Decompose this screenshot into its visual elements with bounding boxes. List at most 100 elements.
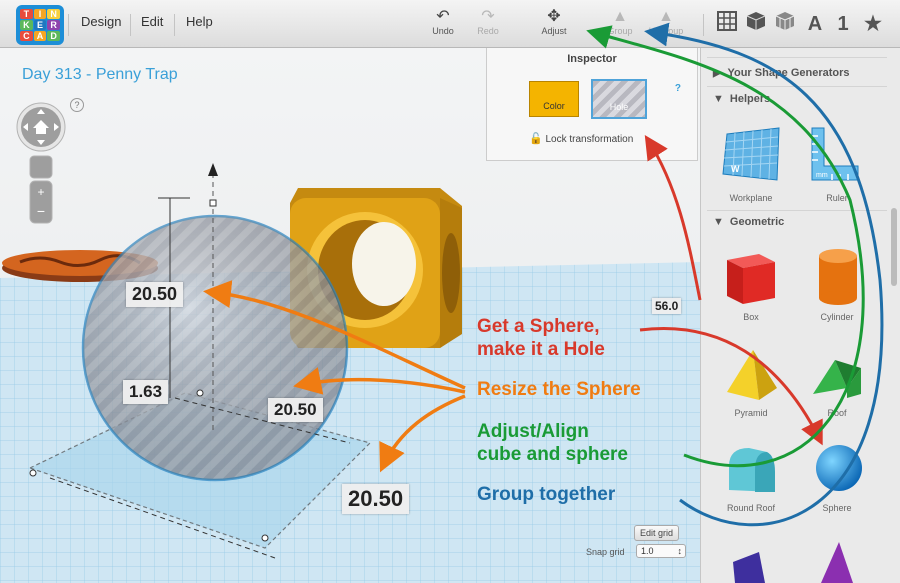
navigation-cube[interactable]: [16, 102, 66, 152]
ruler-label: Ruler: [826, 193, 848, 203]
roof-label: Roof: [827, 408, 847, 418]
partial-shape[interactable]: [729, 542, 769, 583]
pyramid-label: Pyramid: [734, 408, 768, 418]
zoom-in-icon: +: [37, 185, 44, 199]
partial-shape[interactable]: [817, 540, 857, 583]
group-button[interactable]: ▲ Group: [598, 8, 642, 36]
logo-letter: E: [33, 20, 47, 30]
section-divider: [707, 86, 887, 87]
text-tool-button[interactable]: A: [802, 11, 828, 37]
menu-help[interactable]: Help: [186, 14, 213, 29]
round-roof-shape[interactable]: [723, 442, 781, 498]
zoom-out-icon: −: [37, 203, 45, 219]
svg-text:W: W: [731, 164, 740, 174]
sphere-shape[interactable]: [813, 442, 865, 494]
section-geometric[interactable]: ▼ Geometric: [713, 216, 784, 228]
color-button[interactable]: Color: [529, 81, 579, 117]
logo-letter: A: [33, 31, 47, 41]
adjust-label: Adjust: [541, 26, 567, 36]
lock-transformation-toggle[interactable]: 🔓 Lock transformation: [529, 132, 633, 145]
group-label: Group: [607, 26, 633, 36]
undo-icon: ↶: [436, 8, 450, 25]
section-label: Helpers: [729, 93, 771, 105]
wire-view-button[interactable]: [772, 11, 798, 37]
undo-button[interactable]: ↶ Undo: [421, 8, 465, 36]
ruler-shape[interactable]: mm: [806, 126, 860, 186]
cube-icon: [746, 12, 766, 30]
group-icon: ▲: [612, 8, 628, 25]
redo-button[interactable]: ↷ Redo: [466, 8, 510, 36]
roof-shape[interactable]: [809, 354, 865, 402]
depth-dimension[interactable]: 20.50: [268, 398, 323, 422]
section-label: Geometric: [729, 216, 785, 228]
lock-label: Lock transformation: [545, 134, 634, 145]
toolbar-divider: [703, 14, 704, 36]
select-arrow-icon: ↕: [677, 546, 683, 556]
lock-icon: 🔓: [529, 133, 543, 145]
annotation-get-sphere: Get a Sphere, make it a Hole: [477, 316, 605, 360]
chevron-right-icon: ▶: [713, 67, 722, 79]
chevron-down-icon: ▼: [713, 216, 724, 228]
logo-letter: I: [33, 9, 47, 19]
inspector-help-icon[interactable]: ?: [675, 83, 681, 94]
view-cube-button[interactable]: [29, 155, 53, 179]
snap-grid-label: Snap grid: [586, 547, 625, 557]
tinkercad-logo[interactable]: T I N K E R C A D: [16, 5, 64, 45]
svg-text:mm: mm: [816, 172, 828, 179]
snap-grid-select[interactable]: 1.0 ↕: [636, 544, 686, 558]
sphere-label: Sphere: [822, 503, 852, 513]
box-view-button[interactable]: [743, 11, 769, 37]
star-button[interactable]: ★: [860, 11, 886, 37]
cylinder-shape[interactable]: [813, 246, 863, 308]
menu-edit[interactable]: Edit: [141, 14, 163, 29]
redo-icon: ↷: [481, 8, 495, 25]
grid-icon: [717, 11, 737, 31]
box-shape[interactable]: [723, 246, 779, 308]
menu-design[interactable]: Design: [81, 14, 121, 29]
hole-button[interactable]: Hole: [591, 79, 647, 119]
height-arrow-icon: [208, 163, 218, 176]
help-icon[interactable]: ?: [70, 98, 84, 112]
height-dimension[interactable]: 20.50: [126, 282, 184, 307]
adjust-icon: ✥: [547, 8, 561, 25]
section-divider: [707, 57, 887, 58]
ungroup-label: Ungroup: [648, 26, 684, 36]
section-divider: [707, 210, 887, 211]
edit-grid-button[interactable]: Edit grid: [634, 525, 680, 541]
width-dimension[interactable]: 20.50: [342, 484, 410, 514]
sidebar-scrollbar[interactable]: [891, 208, 897, 286]
section-your-shape-generators[interactable]: ▶ Your Shape Generators: [713, 66, 850, 79]
menu-divider: [68, 14, 69, 36]
adjust-button[interactable]: ✥ Adjust: [532, 8, 576, 36]
section-helpers[interactable]: ▼ Helpers: [713, 93, 770, 105]
annotation-group: Group together: [477, 484, 616, 505]
annotation-adjust: Adjust/Align cube and sphere: [477, 421, 628, 465]
grid-view-button[interactable]: [714, 11, 740, 37]
workplane-shape[interactable]: W: [721, 124, 783, 184]
ungroup-button[interactable]: ▲ Ungroup: [644, 8, 688, 36]
logo-letter: C: [20, 31, 33, 41]
logo-letter: N: [47, 9, 60, 19]
design-title[interactable]: Day 313 - Penny Trap: [22, 66, 178, 84]
annotation-resize: Resize the Sphere: [477, 379, 641, 400]
logo-letter: T: [20, 9, 33, 19]
wire-cube-icon: [775, 12, 795, 30]
logo-letter: K: [20, 20, 33, 30]
snap-grid-value: 1.0: [641, 546, 654, 556]
section-label: Your Shape Generators: [727, 67, 850, 79]
logo-letter: R: [47, 20, 60, 30]
edge-dimension[interactable]: 56.0: [652, 298, 682, 314]
shape-library-sidebar: ▶ Your Shape Generators ▼ Helpers W mm Wor…: [700, 48, 900, 583]
redo-label: Redo: [477, 26, 499, 36]
logo-letter: D: [47, 31, 60, 41]
chevron-down-icon: ▼: [713, 93, 724, 105]
cylinder-label: Cylinder: [820, 312, 854, 322]
ungroup-icon: ▲: [658, 8, 674, 25]
inspector-panel: Inspector Color Hole ? 🔓 Lock transforma…: [486, 48, 698, 161]
pyramid-shape[interactable]: [725, 348, 781, 404]
number-tool-button[interactable]: 1: [830, 11, 856, 37]
workplane-label: Workplane: [729, 193, 773, 203]
elevation-dimension[interactable]: 1.63: [123, 380, 169, 404]
inspector-title: Inspector: [567, 53, 617, 65]
menu-divider: [174, 14, 175, 36]
